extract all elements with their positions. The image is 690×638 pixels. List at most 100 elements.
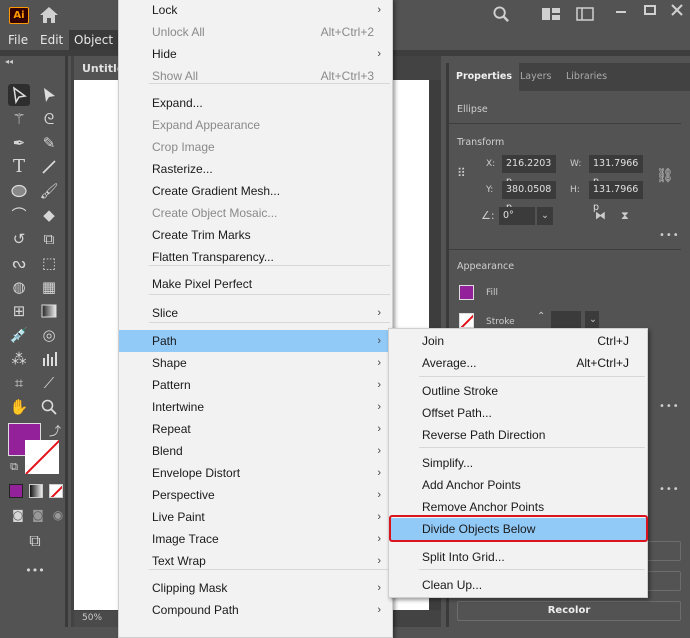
arrange-documents-icon[interactable]	[542, 6, 560, 25]
rotate-dropdown-icon[interactable]: ⌄	[537, 207, 553, 225]
submenu-item-offset-path[interactable]: Offset Path...	[389, 402, 647, 424]
menu-item-expand[interactable]: Expand...	[119, 92, 392, 114]
menu-item-slice[interactable]: Slice ›	[119, 302, 392, 324]
swap-fill-stroke-icon[interactable]: ⤴	[44, 420, 66, 442]
x-field[interactable]: 216.2203 p	[502, 155, 556, 187]
more-appearance-options-icon[interactable]: •••	[659, 401, 680, 412]
puppet-warp-tool-icon[interactable]: ᔓ	[8, 252, 30, 274]
menu-file[interactable]: File	[3, 30, 33, 50]
menu-item-create-gradient-mesh[interactable]: Create Gradient Mesh...	[119, 180, 392, 202]
draw-normal-icon[interactable]: ◙	[7, 504, 29, 526]
menu-item-create-trim-marks[interactable]: Create Trim Marks	[119, 224, 392, 246]
line-tool-icon[interactable]	[38, 156, 60, 178]
curvature-tool-icon[interactable]: ✎	[38, 132, 60, 154]
tab-layers[interactable]: Layers	[513, 63, 558, 91]
minimize-icon[interactable]	[614, 2, 628, 21]
collapse-panel-icon[interactable]: ◂◂	[5, 57, 13, 66]
menu-item-perspective[interactable]: Perspective ›	[119, 484, 392, 506]
mesh-tool-icon[interactable]: ⊞	[8, 300, 30, 322]
menu-item-path[interactable]: Path ›	[119, 330, 392, 352]
maximize-icon[interactable]	[643, 2, 657, 21]
perspective-grid-tool-icon[interactable]: ▦	[38, 276, 60, 298]
flip-vertical-icon[interactable]: ⧗	[621, 209, 629, 223]
close-icon[interactable]	[670, 2, 684, 21]
menu-item-repeat[interactable]: Repeat ›	[119, 418, 392, 440]
menu-item-shape[interactable]: Shape ›	[119, 352, 392, 374]
menu-item-clipping-mask[interactable]: Clipping Mask ›	[119, 577, 392, 599]
pen-tool-icon[interactable]: ✒	[8, 132, 30, 154]
lasso-tool-icon[interactable]: ᘓ	[38, 108, 60, 130]
menu-edit[interactable]: Edit	[35, 30, 68, 50]
eraser-tool-icon[interactable]: ◆	[38, 204, 60, 226]
menu-item-unlock-all[interactable]: Unlock All Alt+Ctrl+2	[119, 21, 392, 43]
menu-item-lock[interactable]: Lock ›	[119, 0, 392, 21]
document-tab[interactable]: Untitle	[74, 56, 124, 80]
home-icon[interactable]	[39, 6, 59, 24]
scale-tool-icon[interactable]: ⧉	[38, 228, 60, 250]
gradient-tool-icon[interactable]	[38, 300, 60, 322]
menu-item-envelope-distort[interactable]: Envelope Distort ›	[119, 462, 392, 484]
screen-mode-icon[interactable]: ⧉	[24, 530, 46, 552]
menu-item-expand-appearance[interactable]: Expand Appearance	[119, 114, 392, 136]
direct-selection-tool-icon[interactable]	[38, 84, 60, 106]
more-transform-options-icon[interactable]: •••	[659, 230, 680, 241]
recolor-button[interactable]: Recolor	[457, 601, 681, 621]
ellipse-tool-icon[interactable]	[8, 180, 30, 202]
slice-tool-icon[interactable]: ⟋	[38, 372, 60, 394]
submenu-item-join[interactable]: Join Ctrl+J	[389, 330, 647, 352]
type-tool-icon[interactable]: T	[8, 156, 30, 178]
tab-properties[interactable]: Properties	[449, 63, 519, 91]
paintbrush-tool-icon[interactable]: 🖌	[38, 180, 60, 202]
symbol-sprayer-tool-icon[interactable]: ⁂	[8, 348, 30, 370]
menu-item-crop-image[interactable]: Crop Image	[119, 136, 392, 158]
submenu-item-simplify[interactable]: Simplify...	[389, 452, 647, 474]
submenu-item-average[interactable]: Average... Alt+Ctrl+J	[389, 352, 647, 374]
none-mode-button[interactable]	[49, 484, 63, 498]
menu-item-intertwine[interactable]: Intertwine ›	[119, 396, 392, 418]
menu-item-rasterize[interactable]: Rasterize...	[119, 158, 392, 180]
menu-item-create-object-mosaic[interactable]: Create Object Mosaic...	[119, 202, 392, 224]
artboard-tool-icon[interactable]: ⌗	[8, 372, 30, 394]
free-transform-tool-icon[interactable]: ⬚	[38, 252, 60, 274]
edit-toolbar-icon[interactable]: •••	[24, 560, 46, 582]
zoom-level[interactable]: 50%	[74, 611, 120, 627]
menu-item-image-trace[interactable]: Image Trace ›	[119, 528, 392, 550]
menu-object[interactable]: Object	[69, 30, 119, 50]
magic-wand-tool-icon[interactable]: ⚚	[8, 108, 30, 130]
flip-horizontal-icon[interactable]: ⧓	[595, 209, 606, 222]
zoom-tool-icon[interactable]	[38, 396, 60, 418]
hand-tool-icon[interactable]: ✋	[8, 396, 30, 418]
reference-point-icon[interactable]: ⠿	[457, 166, 466, 180]
y-field[interactable]: 380.0508 p	[502, 181, 556, 213]
menu-item-live-paint[interactable]: Live Paint ›	[119, 506, 392, 528]
rotate-tool-icon[interactable]: ↺	[8, 228, 30, 250]
stroke-weight-field[interactable]	[551, 311, 581, 329]
color-mode-button[interactable]	[9, 484, 23, 498]
default-fill-stroke-icon[interactable]: ⧉	[3, 456, 25, 478]
submenu-item-split-into-grid[interactable]: Split Into Grid...	[389, 546, 647, 568]
menu-item-blend[interactable]: Blend ›	[119, 440, 392, 462]
w-field[interactable]: 131.7966 p	[589, 155, 643, 187]
shape-builder-tool-icon[interactable]: ◍	[8, 276, 30, 298]
menu-item-make-pixel-perfect[interactable]: Make Pixel Perfect	[119, 273, 392, 295]
menu-item-compound-path[interactable]: Compound Path ›	[119, 599, 392, 621]
constrain-proportions-icon[interactable]: ⛓	[656, 168, 674, 184]
shaper-tool-icon[interactable]: ⌒	[8, 204, 30, 226]
tab-libraries[interactable]: Libraries	[559, 63, 614, 91]
column-graph-tool-icon[interactable]	[38, 348, 60, 370]
eyedropper-tool-icon[interactable]: 💉	[8, 324, 30, 346]
submenu-item-outline-stroke[interactable]: Outline Stroke	[389, 380, 647, 402]
fill-swatch[interactable]	[459, 285, 474, 300]
menu-item-hide[interactable]: Hide ›	[119, 43, 392, 65]
h-field[interactable]: 131.7966 p	[589, 181, 643, 213]
more-options-icon[interactable]: •••	[659, 484, 680, 495]
draw-inside-icon[interactable]: ◉	[47, 504, 69, 526]
blend-tool-icon[interactable]: ◎	[38, 324, 60, 346]
stroke-weight-dropdown[interactable]: ⌄	[585, 311, 599, 329]
stroke-color-swatch[interactable]	[25, 440, 59, 474]
stroke-swatch[interactable]	[459, 313, 474, 328]
rotate-angle-field[interactable]: 0°	[499, 207, 535, 225]
submenu-item-clean-up[interactable]: Clean Up...	[389, 574, 647, 596]
stroke-weight-stepper[interactable]: ⌃	[537, 311, 545, 322]
submenu-item-reverse-path-direction[interactable]: Reverse Path Direction	[389, 424, 647, 446]
